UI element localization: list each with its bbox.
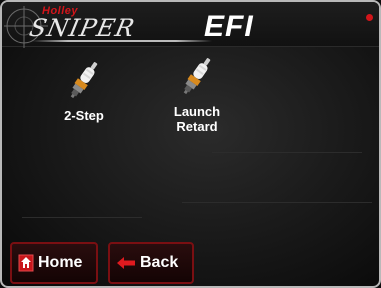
status-indicator-dot [366, 14, 373, 21]
brand-efi-logo: EFI [204, 10, 254, 43]
back-button-label: Back [140, 254, 179, 271]
spark-plug-icon [70, 62, 98, 99]
home-button-label: Home [38, 254, 83, 271]
header-bar: Holley SNIPER EFI [2, 2, 379, 48]
brand-sniper-logo: SNIPER [27, 14, 138, 42]
brand-underline [32, 40, 212, 42]
feature-2-step[interactable]: 2-Step [54, 58, 114, 123]
background-streak [182, 202, 372, 203]
home-icon [18, 254, 34, 272]
feature-label: Launch Retard [173, 104, 221, 134]
back-button[interactable]: Back [108, 242, 194, 284]
back-arrow-icon [116, 256, 136, 270]
background-streak [212, 152, 362, 153]
app-screen: Holley SNIPER EFI 2-Step Launch Retard H… [0, 0, 381, 288]
background-streak [22, 217, 142, 218]
feature-launch-retard[interactable]: Launch Retard [162, 54, 232, 134]
spark-plug-icon [183, 58, 211, 95]
home-button[interactable]: Home [10, 242, 98, 284]
feature-label: 2-Step [64, 108, 104, 123]
